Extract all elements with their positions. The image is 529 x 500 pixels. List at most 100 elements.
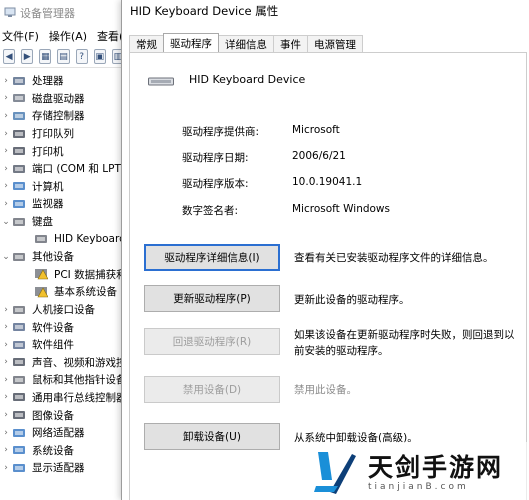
chevron-right-icon[interactable]: › xyxy=(0,181,12,191)
keyboard-icon xyxy=(34,233,48,245)
tree-view-icon[interactable]: ▦ xyxy=(39,49,52,64)
roll-back-driver-button[interactable]: 回退驱动程序(R) xyxy=(144,328,280,355)
digital-signer-label: 数字签名者: xyxy=(182,205,239,217)
chevron-right-icon[interactable]: › xyxy=(0,375,12,385)
forward-arrow-icon[interactable]: ▶ xyxy=(21,49,34,64)
tree-item[interactable]: › 计算机 xyxy=(0,178,125,196)
tree-item[interactable]: › 通用串行总线控制器 xyxy=(0,389,125,407)
chevron-right-icon[interactable]: › xyxy=(0,76,12,86)
tree-item-label: 通用串行总线控制器 xyxy=(32,391,125,404)
watermark-text: 天剑手游网 xyxy=(368,453,504,482)
device-manager-title: 设备管理器 xyxy=(20,7,75,20)
printer-icon xyxy=(12,128,26,140)
disable-device-button[interactable]: 禁用设备(D) xyxy=(144,376,280,403)
port-icon xyxy=(12,163,26,175)
chevron-right-icon[interactable]: › xyxy=(0,392,12,402)
chevron-right-icon[interactable]: › xyxy=(0,146,12,156)
update-driver-button[interactable]: 更新驱动程序(P) xyxy=(144,285,280,312)
disable-device-description: 禁用此设备。 xyxy=(294,384,357,396)
tree-item[interactable]: › 存储控制器 xyxy=(0,107,125,125)
tree-item-label: 磁盘驱动器 xyxy=(32,92,85,105)
tab-driver[interactable]: 驱动程序 xyxy=(163,33,219,52)
update-driver-description: 更新此设备的驱动程序。 xyxy=(294,294,410,306)
tree-item-label: 端口 (COM 和 LPT) xyxy=(32,163,125,176)
tree-item[interactable]: › 打印队列 xyxy=(0,125,125,143)
tree-item[interactable]: ⌄ 其他设备 xyxy=(0,248,125,266)
usb-icon xyxy=(12,391,26,403)
chevron-right-icon[interactable]: › xyxy=(0,305,12,315)
tree-item[interactable]: › 打印机 xyxy=(0,142,125,160)
tree-item[interactable]: › 端口 (COM 和 LPT) xyxy=(0,160,125,178)
warning-device-icon xyxy=(34,268,48,280)
chevron-right-icon[interactable]: › xyxy=(0,93,12,103)
menu-action[interactable]: 操作(A) xyxy=(49,28,87,44)
tree-item[interactable]: › 人机接口设备 xyxy=(0,301,125,319)
device-manager-menubar: 文件(F) 操作(A) 查看(V) xyxy=(0,26,135,46)
help-icon[interactable]: ? xyxy=(75,49,88,64)
chevron-right-icon[interactable]: › xyxy=(0,357,12,367)
tree-item[interactable]: › 软件设备 xyxy=(0,318,125,336)
chevron-right-icon[interactable]: › xyxy=(0,111,12,121)
tree-item[interactable]: › 鼠标和其他指针设备 xyxy=(0,371,125,389)
device-name: HID Keyboard Device xyxy=(189,73,306,86)
chevron-down-icon[interactable]: ⌄ xyxy=(0,217,12,227)
driver-provider-label: 驱动程序提供商: xyxy=(182,126,260,138)
properties-icon[interactable]: ▤ xyxy=(57,49,70,64)
driver-provider-value: Microsoft xyxy=(292,124,340,136)
tab-events[interactable]: 事件 xyxy=(273,35,308,52)
uninstall-device-button[interactable]: 卸载设备(U) xyxy=(144,423,280,450)
tree-item[interactable]: › 图像设备 xyxy=(0,406,125,424)
warning-device-icon xyxy=(34,286,48,298)
menu-file[interactable]: 文件(F) xyxy=(2,28,39,44)
tree-item[interactable]: ⌄ 键盘 xyxy=(0,213,125,231)
tree-item[interactable]: › 磁盘驱动器 xyxy=(0,90,125,108)
properties-dialog: HID Keyboard Device 属性 常规 驱动程序 详细信息 事件 电… xyxy=(121,0,529,500)
chevron-right-icon[interactable]: › xyxy=(0,199,12,209)
tree-item-label: 键盘 xyxy=(32,216,53,229)
chevron-right-icon[interactable]: › xyxy=(0,410,12,420)
tree-item-label: 处理器 xyxy=(32,75,64,88)
tree-item-label: 打印机 xyxy=(32,145,64,158)
chevron-right-icon[interactable]: › xyxy=(0,164,12,174)
tab-general[interactable]: 常规 xyxy=(129,35,164,52)
driver-date-label: 驱动程序日期: xyxy=(182,152,249,164)
chevron-right-icon[interactable]: › xyxy=(0,340,12,350)
tree-item[interactable]: › 系统设备 xyxy=(0,441,125,459)
chevron-right-icon[interactable]: › xyxy=(0,129,12,139)
tree-item-label: 计算机 xyxy=(32,180,64,193)
tree-item[interactable]: › 处理器 xyxy=(0,72,125,90)
driver-version-value: 10.0.19041.1 xyxy=(292,176,363,188)
device-manager-window: 设备管理器 文件(F) 操作(A) 查看(V) ◀ ▶ ▦ ▤ ? ▣ ▥ › 处… xyxy=(0,0,135,500)
back-arrow-icon[interactable]: ◀ xyxy=(3,49,16,64)
driver-version-label: 驱动程序版本: xyxy=(182,178,249,190)
tree-item-label: 基本系统设备 xyxy=(54,286,117,299)
tree-item-label: 网络适配器 xyxy=(32,427,85,440)
software-device-icon xyxy=(12,321,26,333)
chevron-right-icon[interactable]: › xyxy=(0,428,12,438)
chevron-right-icon[interactable]: › xyxy=(0,322,12,332)
tree-item[interactable]: HID Keyboard Device xyxy=(0,230,125,248)
roll-back-driver-description: 如果该设备在更新驱动程序时失败，则回退到以前安装的驱动程序。 xyxy=(294,329,515,357)
system-icon xyxy=(12,444,26,456)
cpu-icon xyxy=(12,75,26,87)
tree-item[interactable]: › 声音、视频和游戏控制器 xyxy=(0,354,125,372)
driver-date-value: 2006/6/21 xyxy=(292,150,346,162)
driver-details-button[interactable]: 驱动程序详细信息(I) xyxy=(144,244,280,271)
disk-drive-icon xyxy=(12,92,26,104)
resource-view-icon[interactable]: ▣ xyxy=(93,49,106,64)
tree-item-label: PCI 数据捕获和信号处理控制器 xyxy=(54,268,125,281)
driver-tab-panel: HID Keyboard Device 驱动程序提供商: Microsoft 驱… xyxy=(129,52,527,500)
chevron-right-icon[interactable]: › xyxy=(0,445,12,455)
tree-item[interactable]: › 网络适配器 xyxy=(0,424,125,442)
driver-details-description: 查看有关已安装驱动程序文件的详细信息。 xyxy=(294,252,494,264)
chevron-down-icon[interactable]: ⌄ xyxy=(0,252,12,262)
tree-item[interactable]: › 软件组件 xyxy=(0,336,125,354)
tree-item[interactable]: 基本系统设备 xyxy=(0,283,125,301)
chevron-right-icon[interactable]: › xyxy=(0,463,12,473)
tab-power-management[interactable]: 电源管理 xyxy=(307,35,363,52)
tree-item[interactable]: › 显示适配器 xyxy=(0,459,125,477)
network-icon xyxy=(12,427,26,439)
tab-details[interactable]: 详细信息 xyxy=(218,35,274,52)
tree-item[interactable]: PCI 数据捕获和信号处理控制器 xyxy=(0,266,125,284)
tree-item[interactable]: › 监视器 xyxy=(0,195,125,213)
